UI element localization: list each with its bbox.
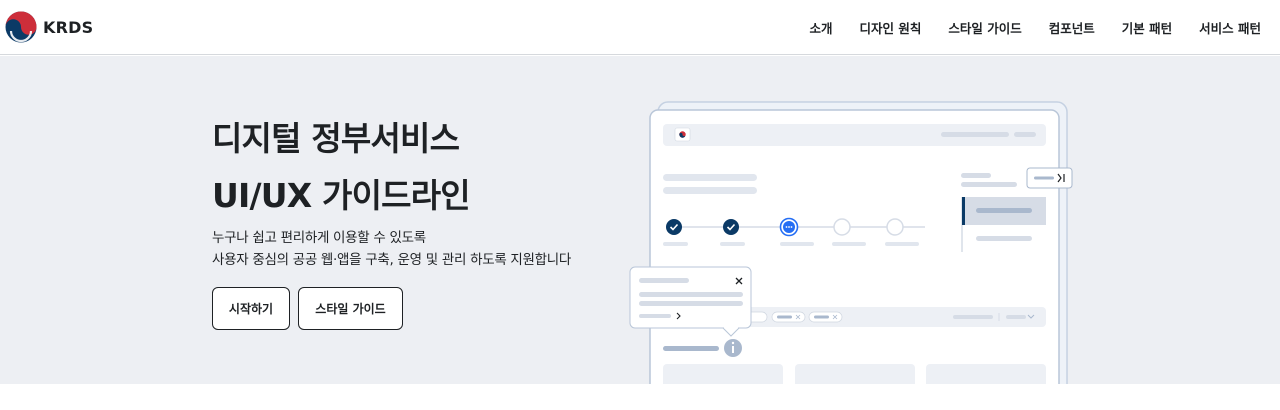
hero-buttons: 시작하기 스타일 가이드: [212, 287, 403, 330]
content-below-hero: [0, 384, 1280, 410]
style-guide-button[interactable]: 스타일 가이드: [298, 287, 403, 330]
taegeuk-logo-icon: [5, 11, 37, 43]
hero-title: 디지털 정부서비스 UI/UX 가이드라인: [212, 110, 471, 224]
hero-title-line2: UI/UX 가이드라인: [212, 176, 471, 215]
hero-section: 디지털 정부서비스 UI/UX 가이드라인 누구나 쉽고 편리하게 이용할 수 …: [0, 56, 1280, 384]
nav-item-design-principles[interactable]: 디자인 원칙: [860, 18, 922, 37]
step-2-completed-icon: [723, 219, 739, 235]
hero-description: 누구나 쉽고 편리하게 이용할 수 있도록 사용자 중심의 공공 웹·앱을 구축…: [212, 227, 571, 271]
nav-item-components[interactable]: 컴포넌트: [1049, 18, 1095, 37]
hero-title-line1: 디지털 정부서비스: [212, 119, 460, 158]
krds-logo[interactable]: KRDS: [5, 11, 93, 43]
hero-desc-line2: 사용자 중심의 공공 웹·앱을 구축, 운영 및 관리 하도록 지원합니다: [212, 252, 572, 268]
step-1-completed-icon: [666, 219, 682, 235]
logo-text: KRDS: [43, 17, 94, 37]
info-icon: [724, 339, 742, 357]
hero-desc-line1: 누구나 쉽고 편리하게 이용할 수 있도록: [212, 230, 426, 246]
site-header: KRDS 소개 디자인 원칙 스타일 가이드 컴포넌트 기본 패턴 서비스 패턴: [0, 0, 1280, 55]
main-nav: 소개 디자인 원칙 스타일 가이드 컴포넌트 기본 패턴 서비스 패턴: [783, 0, 1261, 55]
ui-mockup-illustration: [629, 101, 1073, 384]
tooltip-popover: [629, 266, 752, 337]
collapse-side-icon: [1026, 167, 1073, 189]
start-button[interactable]: 시작하기: [212, 287, 290, 330]
nav-item-basic-patterns[interactable]: 기본 패턴: [1122, 18, 1172, 37]
step-3-current-icon: [779, 217, 799, 237]
nav-item-style-guide[interactable]: 스타일 가이드: [948, 18, 1021, 37]
nav-item-intro[interactable]: 소개: [810, 18, 833, 37]
nav-item-service-patterns[interactable]: 서비스 패턴: [1199, 18, 1261, 37]
